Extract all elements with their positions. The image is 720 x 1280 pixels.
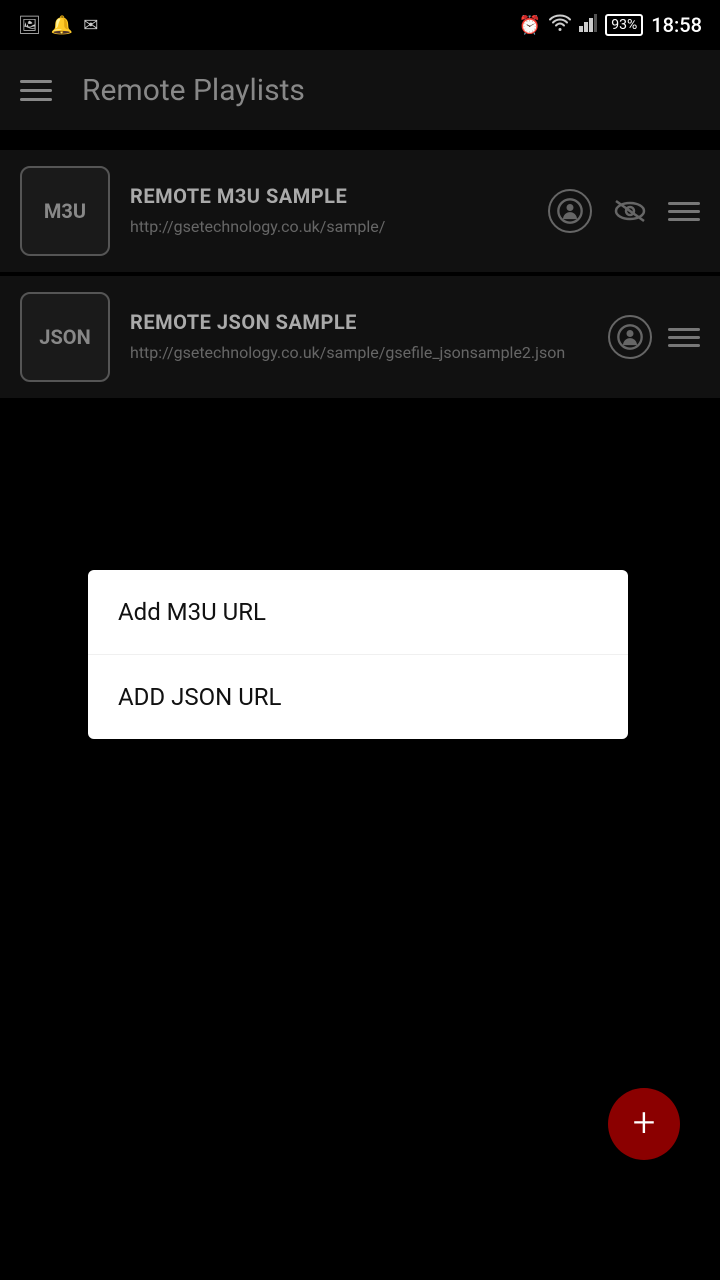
- top-bar: Remote Playlists: [0, 50, 720, 130]
- playlist-name-m3u: REMOTE M3U SAMPLE: [130, 184, 528, 208]
- alarm-icon: ⏰: [519, 15, 541, 36]
- context-menu-icon-json[interactable]: [668, 328, 700, 347]
- playlist-name-json: REMOTE JSON SAMPLE: [130, 310, 588, 334]
- playlist-actions-json: [608, 315, 700, 359]
- playlist-info-m3u: REMOTE M3U SAMPLE http://gsetechnology.c…: [130, 184, 528, 238]
- message-icon: ✉: [83, 15, 98, 36]
- playlist-url-json: http://gsetechnology.co.uk/sample/gsefil…: [130, 342, 588, 364]
- playlist-item-m3u: M3U REMOTE M3U SAMPLE http://gsetechnolo…: [0, 150, 720, 272]
- battery-indicator: 93%: [605, 14, 643, 36]
- playlist-item-json: JSON REMOTE JSON SAMPLE http://gsetechno…: [0, 276, 720, 398]
- playlist-list: M3U REMOTE M3U SAMPLE http://gsetechnolo…: [0, 130, 720, 422]
- wifi-icon: [549, 14, 571, 37]
- notification-icon: 🖼: [18, 15, 41, 36]
- alert-icon: 🔔: [51, 15, 73, 36]
- status-bar: 🖼 🔔 ✉ ⏰ 93% 18:58: [0, 0, 720, 50]
- fab-add-button[interactable]: +: [608, 1088, 680, 1160]
- status-time: 18:58: [651, 13, 702, 37]
- user-circle-icon-json[interactable]: [608, 315, 652, 359]
- signal-icon: [579, 14, 597, 37]
- playlist-url-m3u: http://gsetechnology.co.uk/sample/: [130, 216, 528, 238]
- add-json-url-item[interactable]: ADD JSON URL: [88, 655, 628, 739]
- playlist-actions-m3u: [548, 189, 700, 233]
- playlist-thumb-json: JSON: [20, 292, 110, 382]
- user-circle-icon-m3u[interactable]: [548, 189, 592, 233]
- playlist-thumb-m3u: M3U: [20, 166, 110, 256]
- fab-plus-icon: +: [633, 1103, 656, 1143]
- add-m3u-url-item[interactable]: Add M3U URL: [88, 570, 628, 655]
- popup-menu: Add M3U URL ADD JSON URL: [88, 570, 628, 739]
- playlist-info-json: REMOTE JSON SAMPLE http://gsetechnology.…: [130, 310, 588, 364]
- context-menu-icon-m3u[interactable]: [668, 202, 700, 221]
- eye-slash-icon-m3u[interactable]: [608, 189, 652, 233]
- page-title: Remote Playlists: [82, 73, 305, 108]
- menu-button[interactable]: [20, 80, 52, 101]
